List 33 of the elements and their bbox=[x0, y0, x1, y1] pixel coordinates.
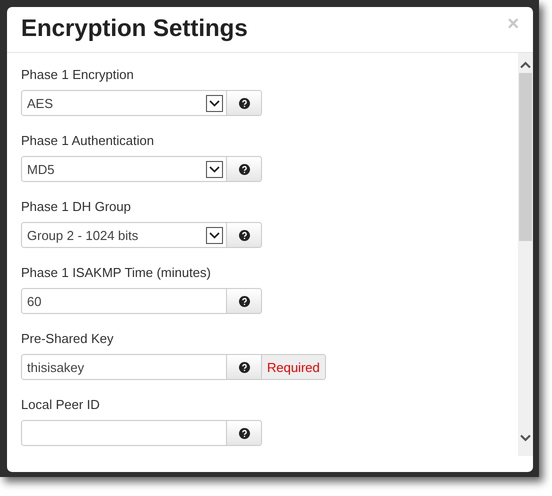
chevron-down-icon bbox=[206, 160, 223, 178]
input-field[interactable]: 60 bbox=[21, 288, 227, 314]
scrollbar[interactable] bbox=[518, 53, 533, 456]
field-label: Phase 1 ISAKMP Time (minutes) bbox=[21, 265, 212, 280]
help-icon bbox=[238, 164, 250, 174]
dialog-title: Encryption Settings bbox=[21, 15, 248, 43]
chevron-down-icon bbox=[206, 226, 223, 244]
help-icon bbox=[238, 98, 250, 108]
help-button[interactable] bbox=[227, 90, 262, 116]
field-label: Pre-Shared Key bbox=[21, 331, 114, 346]
help-button[interactable] bbox=[227, 288, 262, 314]
required-addon: Required bbox=[262, 354, 326, 380]
field-label: Phase 1 Authentication bbox=[21, 133, 155, 148]
help-icon bbox=[238, 230, 250, 240]
field-label: Phase 1 DH Group bbox=[21, 199, 132, 214]
help-icon bbox=[238, 428, 250, 438]
chevron-up-icon[interactable] bbox=[520, 61, 531, 69]
help-button[interactable] bbox=[227, 420, 262, 446]
help-icon bbox=[238, 362, 250, 372]
help-button[interactable] bbox=[227, 354, 262, 380]
scroll-thumb[interactable] bbox=[519, 73, 532, 241]
help-button[interactable] bbox=[227, 222, 262, 248]
chevron-down-icon[interactable] bbox=[520, 434, 531, 442]
dropdown[interactable]: AES bbox=[21, 90, 227, 116]
help-icon bbox=[238, 296, 250, 306]
input-field[interactable] bbox=[21, 420, 227, 446]
help-button[interactable] bbox=[227, 156, 262, 182]
field-label: Phase 1 Encryption bbox=[21, 67, 135, 82]
input-field[interactable]: thisisakey bbox=[21, 354, 227, 380]
chevron-down-icon bbox=[206, 94, 223, 112]
dropdown[interactable]: Group 2 - 1024 bits bbox=[21, 222, 227, 248]
dropdown[interactable]: MD5 bbox=[21, 156, 227, 182]
field-label: Local Peer ID bbox=[21, 397, 101, 412]
